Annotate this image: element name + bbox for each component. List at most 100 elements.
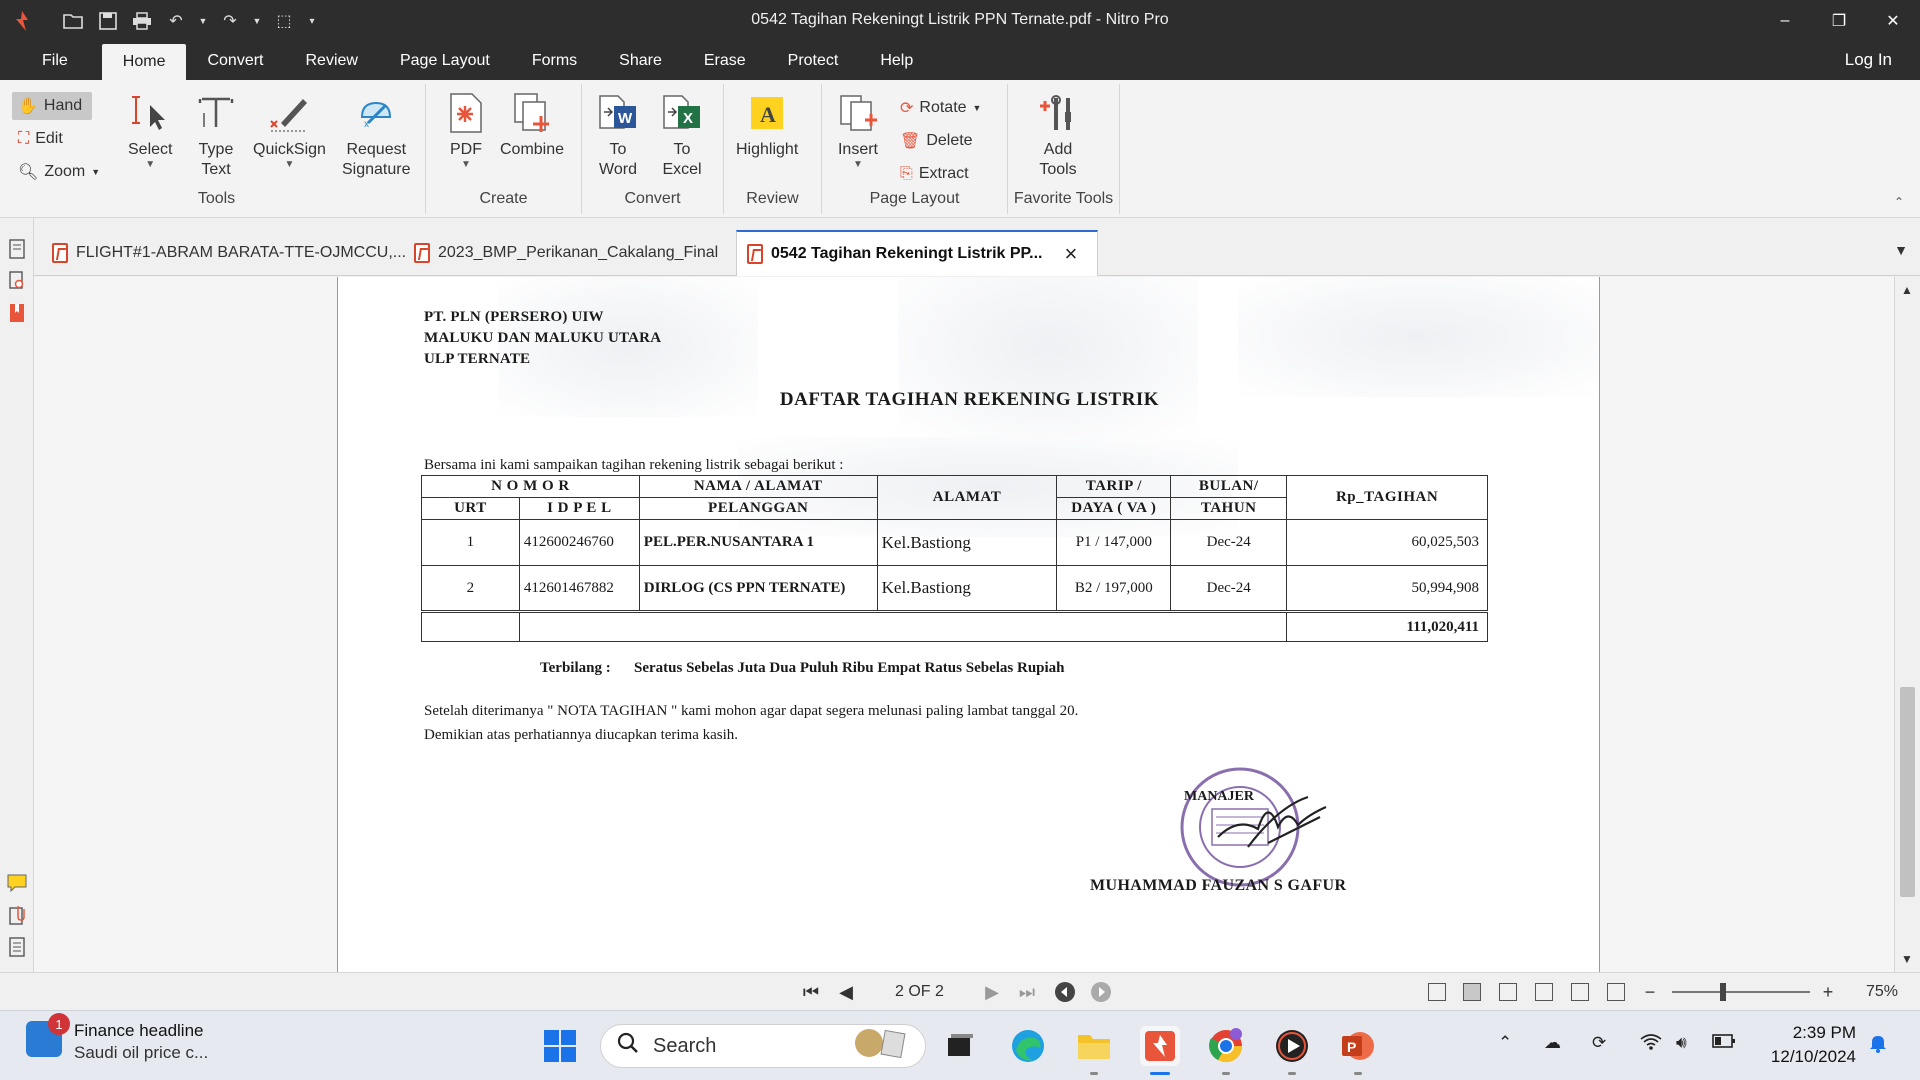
continuous-view-icon[interactable] xyxy=(1463,983,1481,1001)
insert-button[interactable]: Insert ▼ xyxy=(836,90,880,170)
media-player-icon[interactable] xyxy=(1272,1026,1312,1075)
close-window-button[interactable]: ✕ xyxy=(1866,0,1920,42)
hand-icon: ✋ xyxy=(18,98,38,115)
doc-tab-tagihan[interactable]: 0542 Tagihan Rekeningt Listrik PP... × xyxy=(736,230,1098,276)
onedrive-icon[interactable]: ☁ xyxy=(1544,1033,1561,1053)
open-folder-icon[interactable] xyxy=(62,9,86,33)
pages-panel-icon[interactable] xyxy=(7,238,27,260)
single-page-view-icon[interactable] xyxy=(1428,983,1446,1001)
insert-dropdown-icon: ▼ xyxy=(853,159,863,170)
tab-help[interactable]: Help xyxy=(859,42,934,80)
hand-tool-button[interactable]: ✋ Hand xyxy=(12,92,92,120)
to-word-button[interactable]: W To Word xyxy=(596,90,640,180)
zoom-out-icon[interactable]: − xyxy=(1642,979,1658,1005)
select-tool-icon[interactable]: ⬚ xyxy=(272,9,296,33)
edit-tool-button[interactable]: ⛶ Edit xyxy=(12,125,69,153)
task-view-icon[interactable] xyxy=(940,1026,980,1066)
request-signature-button[interactable]: x Request Signature xyxy=(342,90,411,180)
type-text-button[interactable]: Type Text xyxy=(194,90,238,180)
start-button[interactable] xyxy=(540,1026,580,1066)
next-page-icon[interactable]: ▶ xyxy=(980,979,1004,1005)
bookmarks-panel-icon[interactable] xyxy=(7,302,27,324)
scroll-up-icon[interactable]: ▲ xyxy=(1901,283,1913,297)
zoom-slider-thumb[interactable] xyxy=(1720,983,1726,1001)
document-viewport[interactable]: PT. PLN (PERSERO) UIW MALUKU DAN MALUKU … xyxy=(34,277,1894,972)
create-pdf-button[interactable]: PDF ▼ xyxy=(444,90,488,170)
previous-page-icon[interactable]: ◀ xyxy=(834,979,858,1005)
first-page-icon[interactable]: ⏮ xyxy=(798,979,824,1005)
search-panel-icon[interactable] xyxy=(7,270,27,292)
combine-button[interactable]: Combine xyxy=(500,90,564,160)
tab-protect[interactable]: Protect xyxy=(767,42,860,80)
doc-tab-flight[interactable]: FLIGHT#1-ABRAM BARATA-TTE-OJMCCU,... xyxy=(42,230,416,276)
zoom-in-icon[interactable]: + xyxy=(1820,979,1836,1005)
news-widget[interactable]: 1 Finance headline Saudi oil price c... xyxy=(26,1013,208,1063)
fit-width-view-icon[interactable] xyxy=(1571,983,1589,1001)
tabs-dropdown-icon[interactable]: ▼ xyxy=(1894,242,1908,258)
system-clock[interactable]: 2:39 PM 12/10/2024 xyxy=(1771,1021,1856,1069)
save-icon[interactable] xyxy=(96,9,120,33)
wifi-icon[interactable] xyxy=(1640,1033,1662,1056)
tab-file[interactable]: File xyxy=(0,42,102,80)
comments-panel-icon[interactable] xyxy=(7,872,27,894)
to-excel-button[interactable]: X To Excel xyxy=(660,90,704,180)
zoom-slider[interactable] xyxy=(1672,991,1810,993)
zoom-tool-button[interactable]: 🔍︎ Zoom ▼ xyxy=(12,158,106,186)
tab-erase[interactable]: Erase xyxy=(683,42,767,80)
page-indicator[interactable]: 2 OF 2 xyxy=(895,983,944,1001)
output-panel-icon[interactable] xyxy=(7,936,27,958)
battery-icon[interactable] xyxy=(1712,1033,1736,1054)
highlight-button[interactable]: A Highlight xyxy=(736,90,798,160)
add-tools-button[interactable]: Add Tools xyxy=(1036,90,1080,180)
edge-browser-icon[interactable] xyxy=(1008,1026,1048,1066)
vertical-scrollbar[interactable]: ▲ ▼ xyxy=(1894,277,1920,972)
tab-home[interactable]: Home xyxy=(101,44,187,80)
restore-button[interactable]: ❐ xyxy=(1812,0,1866,42)
company-header: PT. PLN (PERSERO) UIW MALUKU DAN MALUKU … xyxy=(424,309,662,367)
customize-toolbar-icon[interactable]: ▾ xyxy=(306,9,318,33)
taskbar-search[interactable]: Search xyxy=(600,1024,926,1068)
presentation-view-icon[interactable] xyxy=(1607,983,1625,1001)
volume-icon[interactable]: 🔊︎ xyxy=(1676,1033,1687,1053)
undo-icon[interactable]: ↶ xyxy=(164,9,188,33)
powerpoint-icon[interactable]: P xyxy=(1338,1026,1378,1075)
tab-share[interactable]: Share xyxy=(598,42,683,80)
redo-dropdown-icon[interactable]: ▼ xyxy=(252,9,262,33)
facing-continuous-view-icon[interactable] xyxy=(1535,983,1553,1001)
nitro-pro-taskbar-icon[interactable] xyxy=(1140,1026,1180,1075)
minimize-button[interactable]: – xyxy=(1758,0,1812,42)
show-hidden-icons[interactable]: ⌃ xyxy=(1498,1033,1512,1053)
doc-tab-bmp-perikanan[interactable]: 2023_BMP_Perikanan_Cakalang_Final xyxy=(404,230,728,276)
notification-bell-icon[interactable] xyxy=(1868,1033,1888,1058)
sync-icon[interactable]: ⟳ xyxy=(1592,1033,1606,1053)
rotate-button[interactable]: ⟳ Rotate ▼ xyxy=(894,94,987,122)
redo-icon[interactable]: ↷ xyxy=(218,9,242,33)
tab-forms[interactable]: Forms xyxy=(511,42,598,80)
collapse-ribbon-icon[interactable]: ⌃ xyxy=(1894,195,1904,209)
page-layout-group-label: Page Layout xyxy=(869,190,960,207)
scroll-down-icon[interactable]: ▼ xyxy=(1901,952,1913,966)
tools-group: ✋ Hand ⛶ Edit 🔍︎ Zoom ▼ Select ▼ Type Te… xyxy=(8,84,426,214)
tab-page-layout[interactable]: Page Layout xyxy=(379,42,511,80)
convert-group: W To Word X To Excel Convert xyxy=(582,84,724,214)
next-view-icon[interactable] xyxy=(1088,979,1114,1005)
print-icon[interactable] xyxy=(130,9,154,33)
zoom-level[interactable]: 75% xyxy=(1866,983,1898,1001)
chrome-icon[interactable] xyxy=(1206,1026,1246,1075)
tab-review[interactable]: Review xyxy=(285,42,379,80)
svg-text:X: X xyxy=(683,110,693,127)
last-page-icon[interactable]: ⏭ xyxy=(1014,979,1040,1005)
delete-page-button[interactable]: 🗑︎ Delete xyxy=(894,127,979,155)
extract-button[interactable]: ⎘ Extract xyxy=(894,160,975,188)
scrollbar-thumb[interactable] xyxy=(1900,687,1915,897)
login-link[interactable]: Log In xyxy=(1845,50,1892,70)
file-explorer-icon[interactable] xyxy=(1074,1026,1114,1075)
tab-convert[interactable]: Convert xyxy=(186,42,284,80)
previous-view-icon[interactable] xyxy=(1052,979,1078,1005)
facing-view-icon[interactable] xyxy=(1499,983,1517,1001)
close-tab-icon[interactable]: × xyxy=(1065,241,1078,267)
attachments-panel-icon[interactable] xyxy=(7,904,27,926)
undo-dropdown-icon[interactable]: ▼ xyxy=(198,9,208,33)
quicksign-button[interactable]: QuickSign ▼ xyxy=(253,90,326,170)
select-button[interactable]: Select ▼ xyxy=(128,90,172,170)
